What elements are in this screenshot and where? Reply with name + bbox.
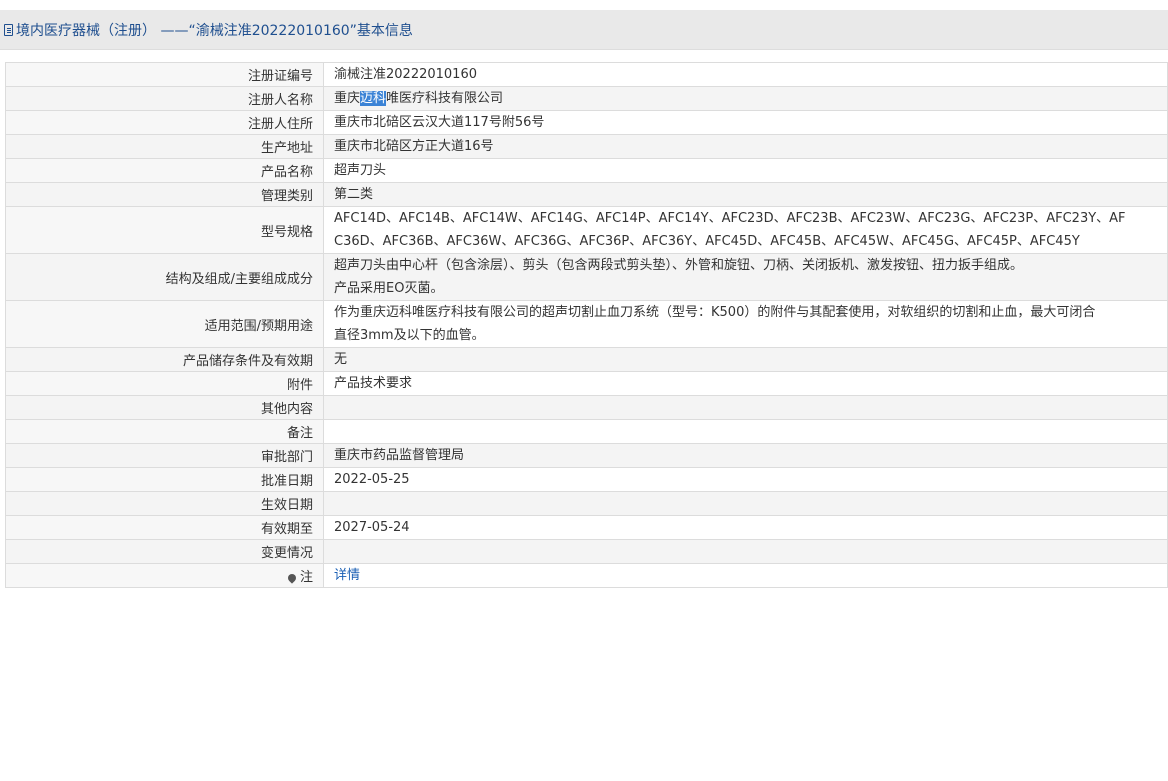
value-scope: 作为重庆迈科唯医疗科技有限公司的超声切割止血刀系统（型号：K500）的附件与其配… <box>323 300 1168 348</box>
label-storage: 产品储存条件及有效期 <box>5 347 324 372</box>
value-note: 详情 <box>323 563 1168 588</box>
row-attachment: 附件 产品技术要求 <box>5 371 1168 396</box>
value-storage: 无 <box>323 347 1168 372</box>
top-strip <box>0 0 1168 10</box>
row-remark: 备注 <box>5 419 1168 444</box>
label-reg-no: 注册证编号 <box>5 62 324 87</box>
model-line-1: AFC14D、AFC14B、AFC14W、AFC14G、AFC14P、AFC14… <box>334 211 1126 226</box>
label-remark: 备注 <box>5 419 324 444</box>
label-scope: 适用范围/预期用途 <box>5 300 324 348</box>
label-other: 其他内容 <box>5 395 324 420</box>
row-structure: 结构及组成/主要组成成分 超声刀头由中心杆（包含涂层）、剪头（包含两段式剪头垫）… <box>5 253 1168 301</box>
row-other: 其他内容 <box>5 395 1168 420</box>
value-reg-no: 渝械注准20222010160 <box>323 62 1168 87</box>
value-prod-addr: 重庆市北碚区方正大道16号 <box>323 134 1168 159</box>
row-dept: 审批部门 重庆市药品监督管理局 <box>5 443 1168 468</box>
value-model: AFC14D、AFC14B、AFC14W、AFC14G、AFC14P、AFC14… <box>323 206 1168 254</box>
value-registrant: 重庆迈科唯医疗科技有限公司 <box>323 86 1168 111</box>
value-effective-date <box>323 491 1168 516</box>
value-change <box>323 539 1168 564</box>
row-note: 注 详情 <box>5 563 1168 588</box>
page-title: 境内医疗器械（注册） ——“渝械注准20222010160”基本信息 <box>16 22 413 39</box>
label-approve-date: 批准日期 <box>5 467 324 492</box>
highlighted-text[interactable]: 迈科 <box>360 91 387 106</box>
value-category: 第二类 <box>323 182 1168 207</box>
value-address: 重庆市北碚区云汉大道117号附56号 <box>323 110 1168 135</box>
info-table: 注册证编号 渝械注准20222010160 注册人名称 重庆迈科唯医疗科技有限公… <box>5 62 1168 588</box>
row-reg-no: 注册证编号 渝械注准20222010160 <box>5 62 1168 87</box>
label-prod-addr: 生产地址 <box>5 134 324 159</box>
label-category: 管理类别 <box>5 182 324 207</box>
details-link[interactable]: 详情 <box>334 568 360 583</box>
label-registrant: 注册人名称 <box>5 86 324 111</box>
row-product: 产品名称 超声刀头 <box>5 158 1168 183</box>
row-model: 型号规格 AFC14D、AFC14B、AFC14W、AFC14G、AFC14P、… <box>5 206 1168 254</box>
model-line-2: C36D、AFC36B、AFC36W、AFC36G、AFC36P、AFC36Y、… <box>334 234 1080 249</box>
registrant-prefix: 重庆 <box>334 91 361 106</box>
row-registrant: 注册人名称 重庆迈科唯医疗科技有限公司 <box>5 86 1168 111</box>
value-product: 超声刀头 <box>323 158 1168 183</box>
structure-line-1: 超声刀头由中心杆（包含涂层）、剪头（包含两段式剪头垫）、外管和旋钮、刀柄、关闭扳… <box>334 258 1024 273</box>
value-approve-date: 2022-05-25 <box>323 467 1168 492</box>
label-valid-until: 有效期至 <box>5 515 324 540</box>
note-label-text: 注 <box>299 570 313 585</box>
scope-line-1: 作为重庆迈科唯医疗科技有限公司的超声切割止血刀系统（型号：K500）的附件与其配… <box>334 305 1096 320</box>
row-scope: 适用范围/预期用途 作为重庆迈科唯医疗科技有限公司的超声切割止血刀系统（型号：K… <box>5 300 1168 348</box>
value-structure: 超声刀头由中心杆（包含涂层）、剪头（包含两段式剪头垫）、外管和旋钮、刀柄、关闭扳… <box>323 253 1168 301</box>
row-category: 管理类别 第二类 <box>5 182 1168 207</box>
document-icon <box>4 23 13 36</box>
row-valid-until: 有效期至 2027-05-24 <box>5 515 1168 540</box>
label-note: 注 <box>5 563 324 588</box>
value-other <box>323 395 1168 420</box>
row-prod-addr: 生产地址 重庆市北碚区方正大道16号 <box>5 134 1168 159</box>
row-approve-date: 批准日期 2022-05-25 <box>5 467 1168 492</box>
label-structure: 结构及组成/主要组成成分 <box>5 253 324 301</box>
row-address: 注册人住所 重庆市北碚区云汉大道117号附56号 <box>5 110 1168 135</box>
label-product: 产品名称 <box>5 158 324 183</box>
page-header: 境内医疗器械（注册） ——“渝械注准20222010160”基本信息 <box>0 10 1168 50</box>
label-address: 注册人住所 <box>5 110 324 135</box>
registrant-suffix: 唯医疗科技有限公司 <box>386 91 504 106</box>
label-attachment: 附件 <box>5 371 324 396</box>
scope-line-2: 直径3mm及以下的血管。 <box>334 328 485 343</box>
value-attachment: 产品技术要求 <box>323 371 1168 396</box>
structure-line-2: 产品采用EO灭菌。 <box>334 281 444 296</box>
pin-icon <box>286 571 298 584</box>
label-effective-date: 生效日期 <box>5 491 324 516</box>
row-change: 变更情况 <box>5 539 1168 564</box>
label-model: 型号规格 <box>5 206 324 254</box>
row-effective-date: 生效日期 <box>5 491 1168 516</box>
row-storage: 产品储存条件及有效期 无 <box>5 347 1168 372</box>
label-change: 变更情况 <box>5 539 324 564</box>
value-dept: 重庆市药品监督管理局 <box>323 443 1168 468</box>
value-valid-until: 2027-05-24 <box>323 515 1168 540</box>
value-remark <box>323 419 1168 444</box>
label-dept: 审批部门 <box>5 443 324 468</box>
